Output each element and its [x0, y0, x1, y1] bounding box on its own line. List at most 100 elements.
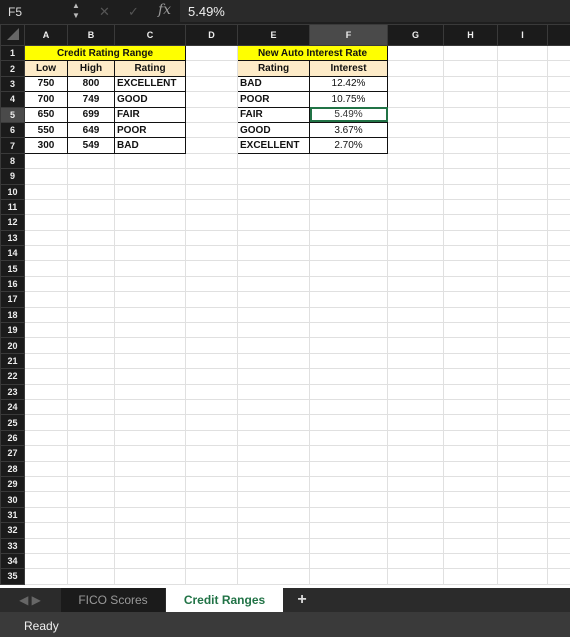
cell[interactable] [67, 291, 115, 308]
cell[interactable] [114, 552, 186, 570]
cell[interactable] [443, 429, 498, 447]
row-header[interactable]: 7 [0, 137, 25, 154]
cell[interactable] [387, 306, 444, 324]
cell[interactable] [24, 275, 68, 293]
cell[interactable] [443, 260, 498, 277]
cell[interactable] [309, 229, 388, 247]
cell[interactable] [185, 60, 238, 77]
cell[interactable]: 549 [67, 137, 115, 154]
column-header-C[interactable]: C [114, 24, 186, 46]
cell[interactable]: 650 [24, 106, 68, 123]
cell[interactable] [497, 460, 548, 477]
cell[interactable] [547, 429, 570, 447]
cell[interactable] [24, 260, 68, 277]
cell[interactable] [185, 506, 238, 524]
cell[interactable] [237, 322, 310, 339]
cell[interactable] [443, 121, 498, 139]
column-header-I[interactable]: I [497, 24, 548, 46]
cell[interactable] [443, 44, 498, 62]
cell[interactable] [547, 245, 570, 262]
cell[interactable] [309, 506, 388, 524]
cell[interactable] [443, 568, 498, 585]
cell[interactable] [24, 445, 68, 462]
cell[interactable] [114, 337, 186, 354]
cell[interactable] [309, 306, 388, 324]
cell[interactable] [497, 183, 548, 200]
row-header[interactable]: 14 [0, 245, 25, 262]
row-header[interactable]: 34 [0, 552, 25, 570]
cell[interactable] [185, 183, 238, 200]
cell[interactable] [185, 445, 238, 462]
cell[interactable] [67, 183, 115, 200]
cell[interactable] [114, 383, 186, 400]
cell[interactable] [387, 152, 444, 170]
cell[interactable] [67, 414, 115, 431]
cell[interactable] [114, 475, 186, 493]
cell[interactable] [387, 106, 444, 123]
cell[interactable]: GOOD [237, 121, 310, 139]
column-label[interactable]: Rating [237, 60, 310, 77]
cell[interactable] [67, 506, 115, 524]
cell[interactable] [547, 44, 570, 62]
cell[interactable] [387, 168, 444, 185]
cell[interactable] [387, 552, 444, 570]
cell[interactable] [67, 429, 115, 447]
cell[interactable] [309, 445, 388, 462]
cell[interactable] [237, 352, 310, 370]
cell[interactable] [114, 368, 186, 385]
cell[interactable] [24, 352, 68, 370]
column-header-E[interactable]: E [237, 24, 310, 46]
row-header[interactable]: 4 [0, 91, 25, 108]
cell[interactable] [443, 152, 498, 170]
cell[interactable] [309, 245, 388, 262]
cell[interactable] [547, 445, 570, 462]
cell[interactable] [309, 383, 388, 400]
cell[interactable] [67, 229, 115, 247]
cell[interactable] [497, 198, 548, 216]
cell[interactable] [114, 568, 186, 585]
active-cell[interactable]: 5.49% [309, 106, 388, 123]
cell[interactable] [67, 198, 115, 216]
cell[interactable] [547, 491, 570, 508]
cell[interactable]: EXCELLENT [114, 75, 186, 93]
cell[interactable] [185, 229, 238, 247]
cell[interactable] [387, 368, 444, 385]
cell[interactable] [387, 183, 444, 200]
row-header[interactable]: 19 [0, 322, 25, 339]
cell[interactable] [387, 322, 444, 339]
cell[interactable] [497, 398, 548, 416]
cell[interactable] [24, 491, 68, 508]
cell[interactable] [387, 91, 444, 108]
cell[interactable] [185, 398, 238, 416]
cell[interactable] [67, 168, 115, 185]
row-header[interactable]: 8 [0, 152, 25, 170]
cell[interactable]: 550 [24, 121, 68, 139]
cell[interactable] [387, 398, 444, 416]
cell[interactable] [185, 491, 238, 508]
cell[interactable] [237, 506, 310, 524]
cell[interactable] [387, 352, 444, 370]
cell[interactable] [497, 429, 548, 447]
row-header[interactable]: 12 [0, 214, 25, 231]
cell[interactable] [443, 537, 498, 554]
cell[interactable] [309, 168, 388, 185]
cell[interactable] [185, 75, 238, 93]
cell[interactable] [237, 168, 310, 185]
cell[interactable] [67, 522, 115, 539]
cell[interactable] [237, 429, 310, 447]
cell[interactable] [547, 306, 570, 324]
cell[interactable] [443, 475, 498, 493]
cell[interactable] [443, 414, 498, 431]
cell[interactable] [497, 168, 548, 185]
cell[interactable] [387, 460, 444, 477]
cell[interactable]: BAD [114, 137, 186, 154]
cell[interactable] [497, 121, 548, 139]
cell[interactable] [547, 460, 570, 477]
cell[interactable] [443, 60, 498, 77]
cell[interactable]: POOR [237, 91, 310, 108]
cell[interactable] [67, 445, 115, 462]
cell[interactable] [114, 429, 186, 447]
cell[interactable] [387, 475, 444, 493]
row-header[interactable]: 9 [0, 168, 25, 185]
cell[interactable] [387, 383, 444, 400]
